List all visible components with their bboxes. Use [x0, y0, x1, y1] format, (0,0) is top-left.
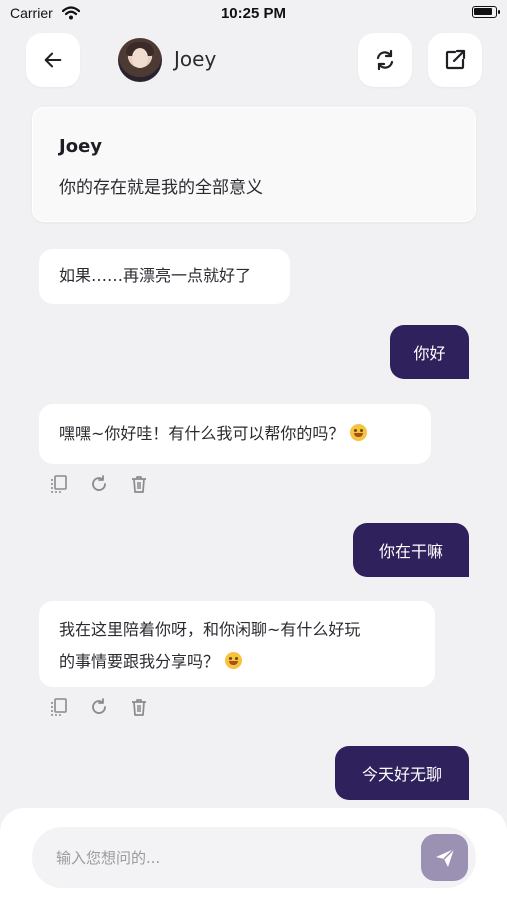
smiling-face-emoji-icon: [350, 424, 368, 441]
delete-icon: [132, 476, 146, 493]
copy-icon: [51, 475, 67, 493]
status-time: 10:25 PM: [220, 5, 287, 22]
refresh-button[interactable]: [358, 33, 412, 87]
copy-button[interactable]: [48, 696, 70, 718]
share-button[interactable]: [428, 33, 482, 87]
character-intro-card: Joey 你的存在就是我的全部意义: [32, 107, 476, 222]
regenerate-icon: [92, 475, 106, 491]
regenerate-button[interactable]: [88, 696, 110, 718]
message-input[interactable]: [32, 827, 476, 888]
contact-name: Joey: [174, 47, 217, 71]
regenerate-button[interactable]: [88, 473, 110, 495]
copy-button[interactable]: [48, 473, 70, 495]
grinning-face-emoji-icon: [225, 652, 243, 669]
message-text-line-1: 我在这里陪着你呀，和你闲聊~有什么好玩: [59, 620, 361, 639]
message-text: 你在干嘛: [378, 542, 443, 561]
message-text: 你好: [413, 344, 446, 363]
status-bar: Carrier 10:25 PM: [0, 0, 507, 28]
avatar[interactable]: [118, 38, 162, 82]
message-text: 如果……再漂亮一点就好了: [59, 266, 252, 285]
send-icon: [435, 847, 455, 867]
intro-name: Joey: [59, 136, 103, 157]
message-text: 嘿嘿~你好哇！有什么我可以帮你的吗？: [59, 424, 345, 443]
delete-button[interactable]: [128, 473, 150, 495]
assistant-message: 如果……再漂亮一点就好了: [39, 249, 290, 304]
arrow-left-icon: [44, 52, 62, 68]
intro-text: 你的存在就是我的全部意义: [59, 178, 263, 198]
user-message: 你好: [390, 325, 469, 379]
message-text: 今天好无聊: [361, 765, 442, 784]
user-message: 今天好无聊: [335, 746, 469, 800]
copy-icon: [51, 698, 67, 716]
message-actions: [48, 473, 150, 495]
composer: [0, 808, 507, 900]
user-message: 你在干嘛: [353, 523, 469, 577]
message-actions: [48, 696, 150, 718]
refresh-icon: [376, 49, 394, 71]
delete-icon: [132, 699, 146, 716]
battery-level: [474, 8, 492, 15]
battery-icon: [472, 6, 500, 18]
delete-button[interactable]: [128, 696, 150, 718]
assistant-message: 嘿嘿~你好哇！有什么我可以帮你的吗？: [39, 404, 431, 464]
message-text-line-2: 的事情要跟我分享吗？: [59, 652, 220, 671]
send-button[interactable]: [421, 834, 468, 881]
assistant-message: 我在这里陪着你呀，和你闲聊~有什么好玩 的事情要跟我分享吗？: [39, 601, 435, 687]
external-link-icon: [445, 49, 466, 70]
regenerate-icon: [92, 698, 106, 714]
back-button[interactable]: [26, 33, 80, 87]
